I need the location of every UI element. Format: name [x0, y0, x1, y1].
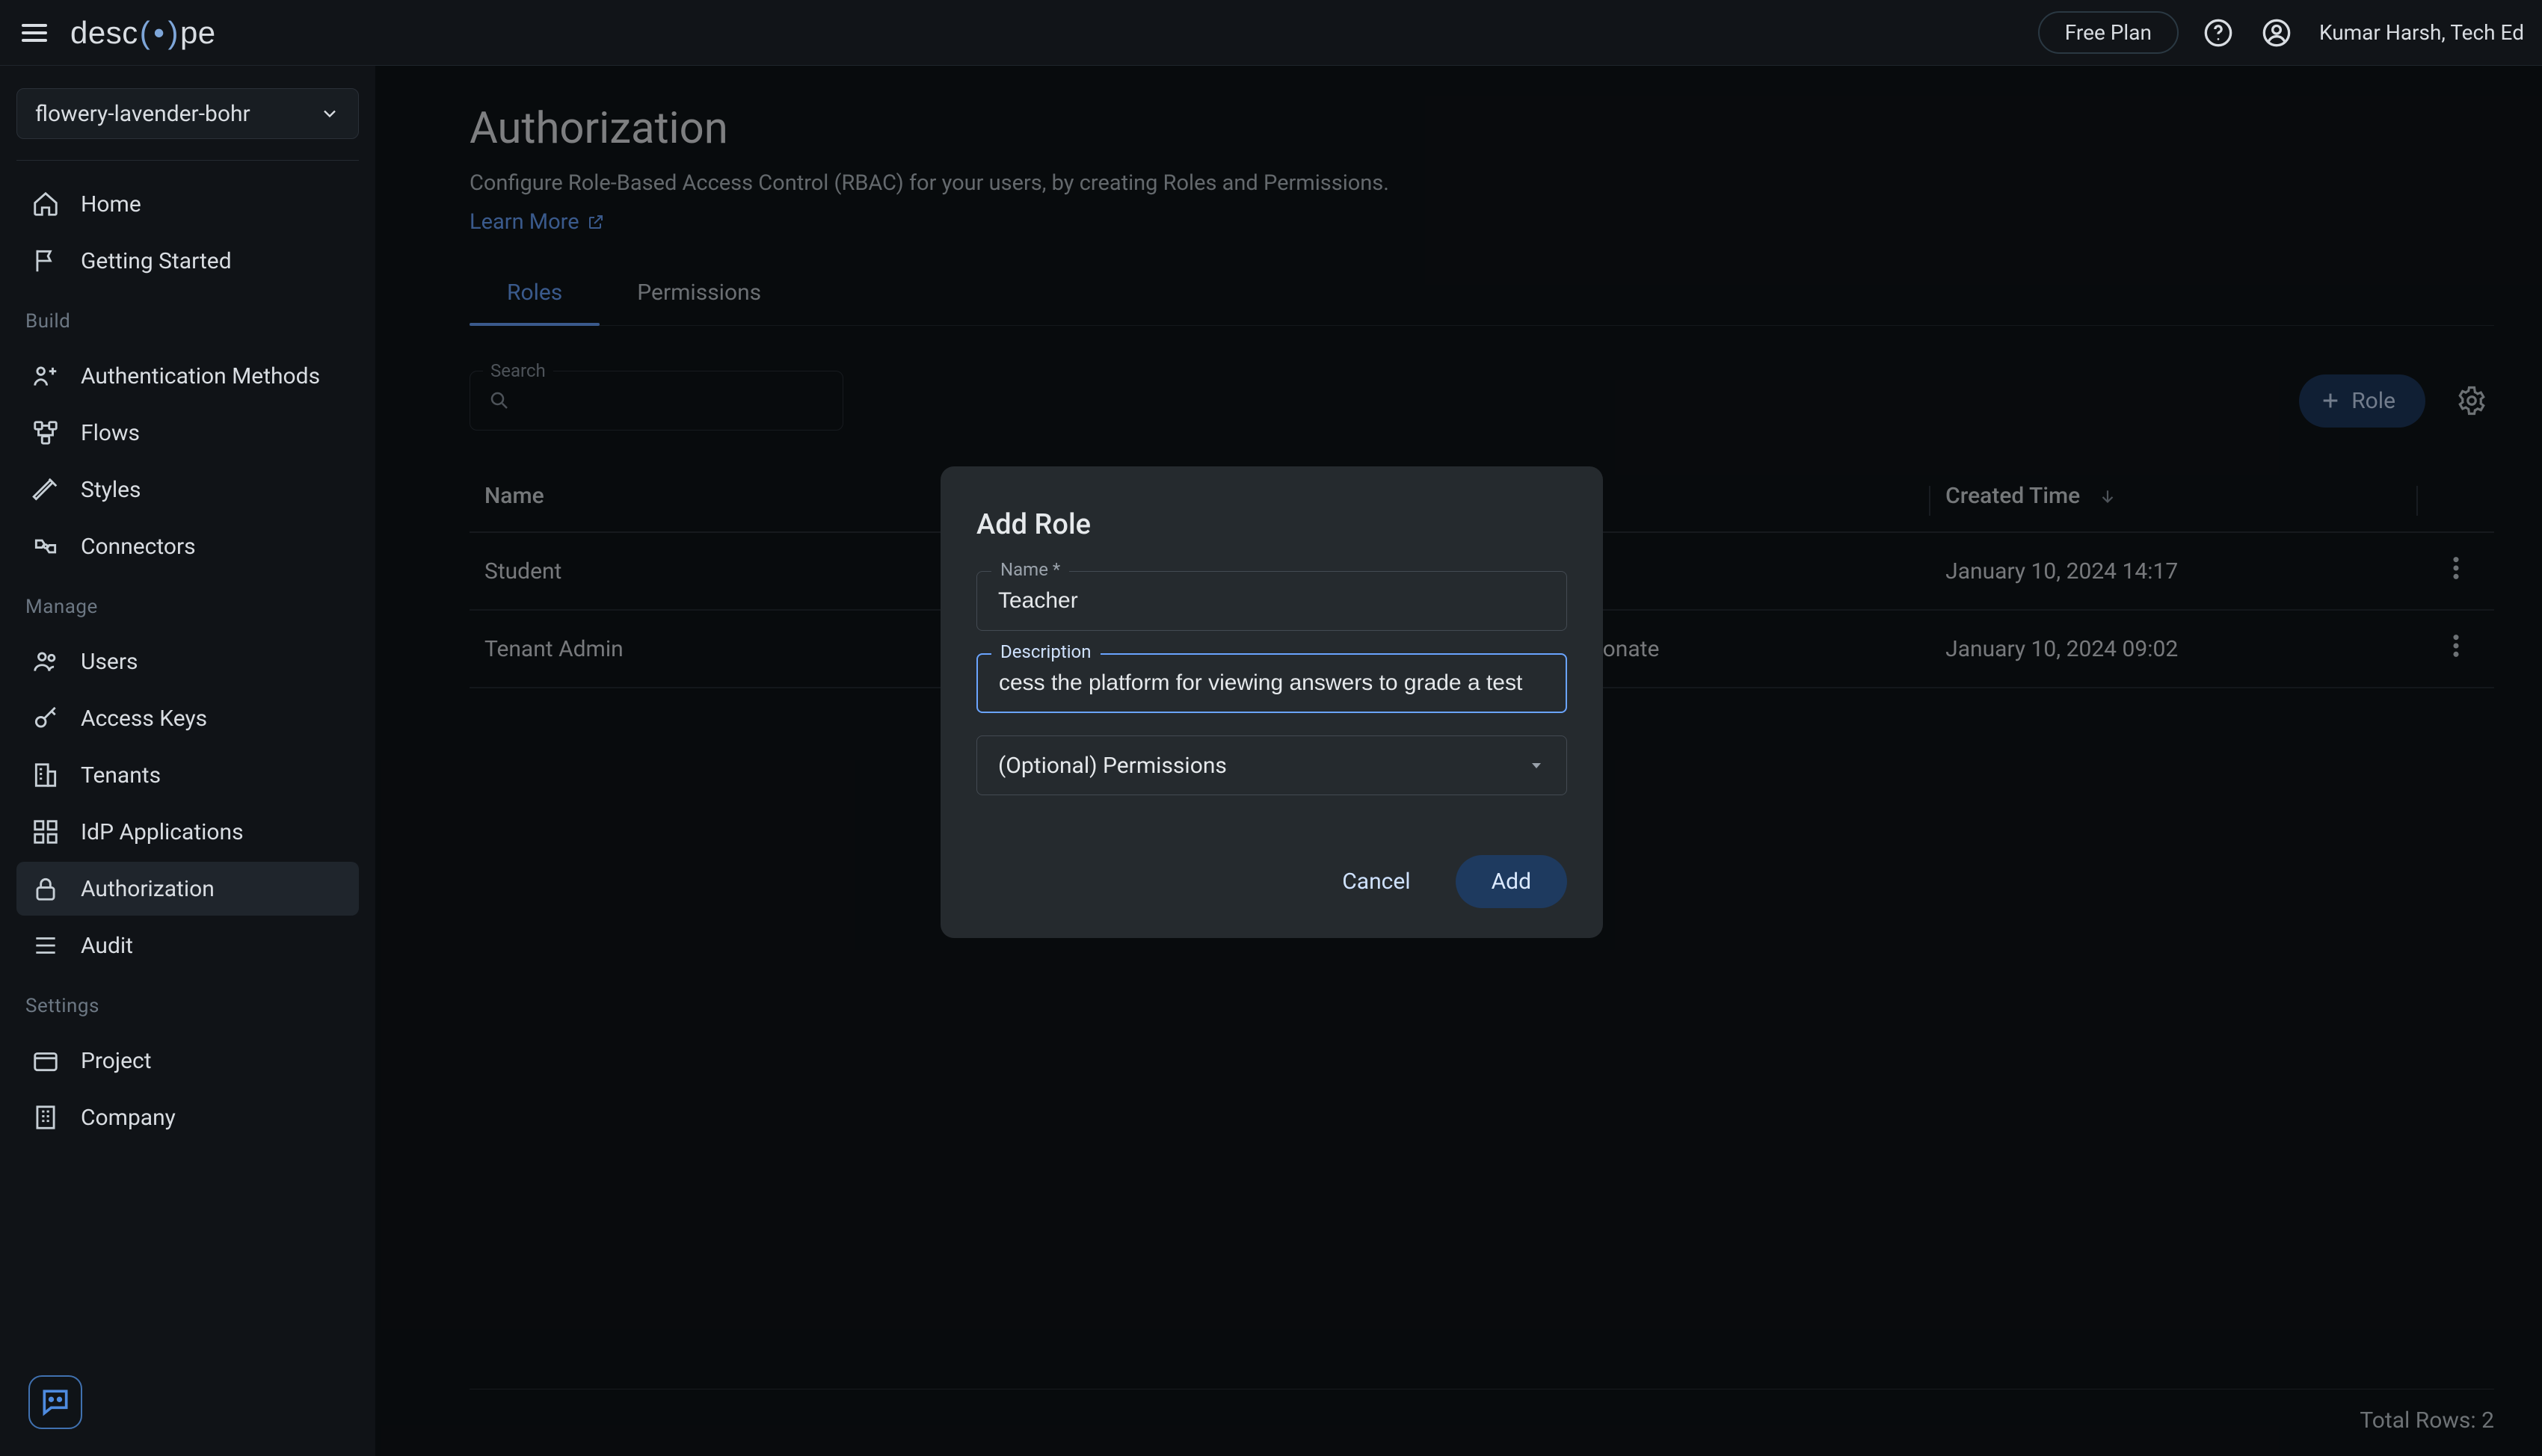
key-icon [31, 704, 60, 732]
nav-item-audit[interactable]: Audit [16, 919, 359, 972]
free-plan-badge[interactable]: Free Plan [2038, 11, 2179, 54]
nav-item-access-keys[interactable]: Access Keys [16, 691, 359, 745]
logo-text-pe: pe [180, 15, 216, 51]
description-field-label: Description [991, 641, 1101, 662]
list-icon [31, 931, 60, 960]
chevron-down-icon [319, 103, 340, 124]
nav-label: Authorization [81, 876, 215, 902]
nav-item-connectors[interactable]: Connectors [16, 519, 359, 573]
logo-dot: • [152, 15, 166, 51]
nav: Home Getting Started Build Authenticatio… [16, 177, 359, 1144]
flag-icon [31, 247, 60, 275]
logo-ring-open: ( [138, 15, 153, 51]
connectors-icon [31, 532, 60, 561]
nav-item-flows[interactable]: Flows [16, 406, 359, 460]
hamburger-icon [22, 24, 47, 42]
section-label-build: Build [16, 291, 359, 346]
tenants-icon [31, 761, 60, 789]
nav-item-company[interactable]: Company [16, 1091, 359, 1144]
permissions-placeholder: (Optional) Permissions [998, 753, 1227, 779]
section-label-settings: Settings [16, 975, 359, 1031]
chat-icon [39, 1386, 72, 1419]
nav-item-idp-apps[interactable]: IdP Applications [16, 805, 359, 859]
name-field: Name * [976, 571, 1567, 631]
nav-item-tenants[interactable]: Tenants [16, 748, 359, 802]
permissions-combobox[interactable]: (Optional) Permissions [976, 735, 1567, 795]
sidebar: flowery-lavender-bohr Home Getting Start… [0, 66, 375, 1456]
nav-item-auth-methods[interactable]: Authentication Methods [16, 349, 359, 403]
nav-label: Tenants [81, 762, 161, 789]
auth-icon [31, 362, 60, 390]
permissions-field: (Optional) Permissions [976, 735, 1567, 795]
flows-icon [31, 419, 60, 447]
section-label-manage: Manage [16, 576, 359, 632]
nav-label: Home [81, 191, 141, 218]
nav-item-home[interactable]: Home [16, 177, 359, 231]
help-button[interactable] [2200, 14, 2237, 52]
apps-icon [31, 818, 60, 846]
users-icon [31, 647, 60, 676]
description-input[interactable] [976, 653, 1567, 713]
lock-icon [31, 874, 60, 903]
company-icon [31, 1103, 60, 1132]
nav-label: Getting Started [81, 248, 232, 274]
logo-ring-close: ) [166, 15, 180, 51]
sidebar-separator [16, 160, 359, 161]
nav-item-getting-started[interactable]: Getting Started [16, 234, 359, 288]
hamburger-menu-button[interactable] [18, 16, 51, 49]
nav-label: Flows [81, 420, 140, 446]
help-icon [2203, 18, 2233, 48]
modal-title: Add Role [976, 508, 1567, 541]
project-selector[interactable]: flowery-lavender-bohr [16, 88, 359, 139]
nav-label: Access Keys [81, 706, 207, 732]
nav-label: Users [81, 649, 138, 675]
styles-icon [31, 475, 60, 504]
add-role-modal: Add Role Name * Description (Optional) P… [941, 466, 1603, 938]
logo[interactable]: desc(•)pe [70, 15, 216, 51]
caret-down-icon [1527, 756, 1545, 774]
logo-text-sc: sc [106, 15, 138, 51]
name-input[interactable] [976, 571, 1567, 631]
nav-label: Project [81, 1048, 152, 1074]
logo-text-pre: de [70, 15, 106, 51]
nav-label: Company [81, 1105, 176, 1131]
nav-label: IdP Applications [81, 819, 244, 845]
modal-footer: Cancel Add [976, 855, 1567, 908]
description-field: Description [976, 653, 1567, 713]
topbar: desc(•)pe Free Plan Kumar Harsh, Tech Ed [0, 0, 2542, 66]
user-name-label: Kumar Harsh, Tech Ed [2319, 20, 2524, 45]
add-button[interactable]: Add [1456, 855, 1567, 908]
nav-label: Audit [81, 933, 133, 959]
nav-label: Connectors [81, 534, 196, 560]
user-icon [2262, 18, 2292, 48]
user-avatar-button[interactable] [2258, 14, 2295, 52]
project-icon [31, 1046, 60, 1075]
nav-label: Styles [81, 477, 141, 503]
name-field-label: Name * [991, 559, 1069, 580]
cancel-button[interactable]: Cancel [1324, 855, 1428, 908]
project-name: flowery-lavender-bohr [35, 101, 250, 127]
nav-item-users[interactable]: Users [16, 635, 359, 688]
nav-item-authorization[interactable]: Authorization [16, 862, 359, 916]
nav-label: Authentication Methods [81, 363, 320, 389]
nav-item-project[interactable]: Project [16, 1034, 359, 1088]
nav-item-styles[interactable]: Styles [16, 463, 359, 516]
home-icon [31, 190, 60, 218]
chat-widget-button[interactable] [28, 1375, 82, 1429]
